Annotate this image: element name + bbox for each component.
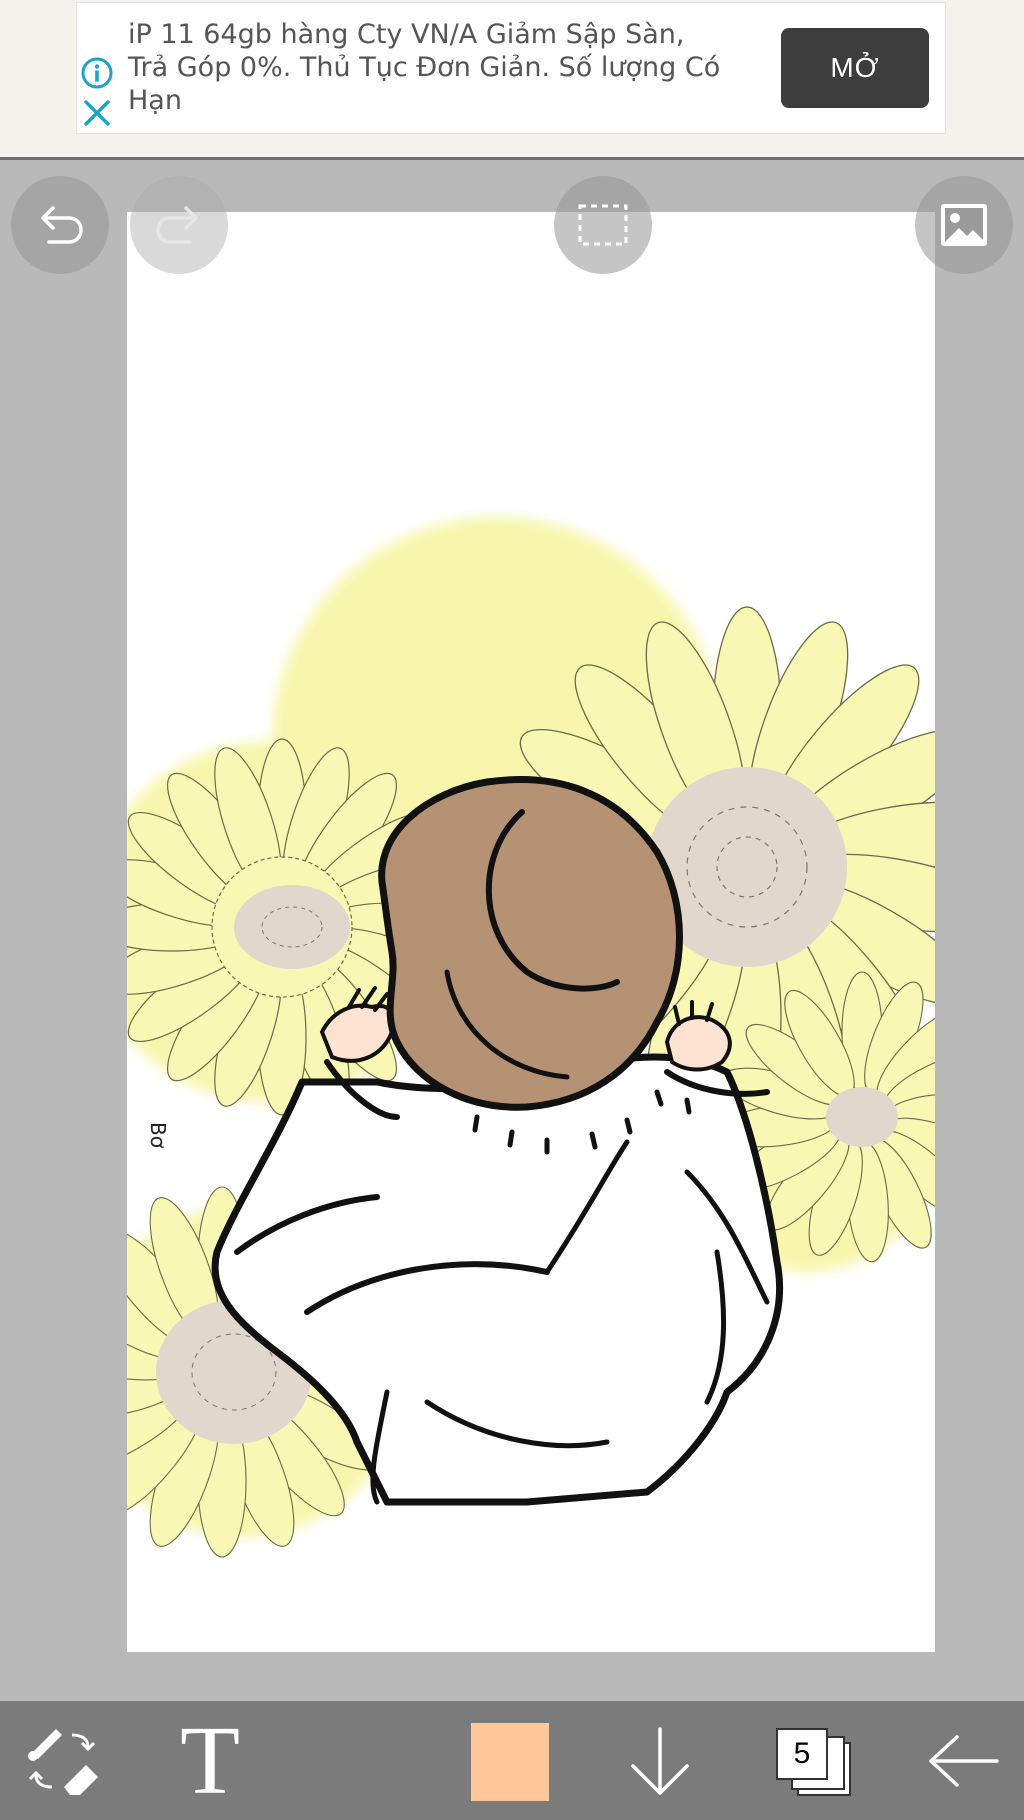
- color-picker-swatch[interactable]: [471, 1723, 549, 1801]
- layers-count[interactable]: 5: [776, 1728, 828, 1780]
- artist-signature: Bơ: [146, 1122, 170, 1149]
- undo-icon: [41, 206, 83, 244]
- brush-eraser-button[interactable]: [18, 1701, 106, 1820]
- ad-banner: iP 11 64gb hàng Cty VN/A Giảm Sập Sàn, T…: [0, 0, 1024, 160]
- info-icon[interactable]: [80, 56, 114, 90]
- text-tool-button[interactable]: T: [160, 1701, 260, 1820]
- close-icon[interactable]: [82, 98, 112, 128]
- image-button[interactable]: [915, 176, 1013, 274]
- brush-eraser-swap-icon: [28, 1728, 98, 1795]
- selection-icon: [578, 204, 628, 246]
- back-button[interactable]: [918, 1701, 1008, 1820]
- selection-button[interactable]: [554, 176, 652, 274]
- arrow-left-icon: [929, 1734, 999, 1787]
- arrow-down-button[interactable]: [620, 1701, 700, 1820]
- drawing-canvas[interactable]: Bơ: [127, 212, 935, 1652]
- canvas-workspace: Bơ: [0, 163, 1024, 1701]
- image-icon: [941, 204, 987, 246]
- redo-button[interactable]: [130, 176, 228, 274]
- arrow-down-icon: [631, 1726, 689, 1795]
- redo-icon: [156, 206, 198, 244]
- undo-button[interactable]: [11, 176, 109, 274]
- ad-text[interactable]: iP 11 64gb hàng Cty VN/A Giảm Sập Sàn, T…: [128, 18, 728, 117]
- ad-open-button[interactable]: MỞ: [781, 28, 929, 108]
- artwork-illustration: Bơ: [127, 517, 935, 1558]
